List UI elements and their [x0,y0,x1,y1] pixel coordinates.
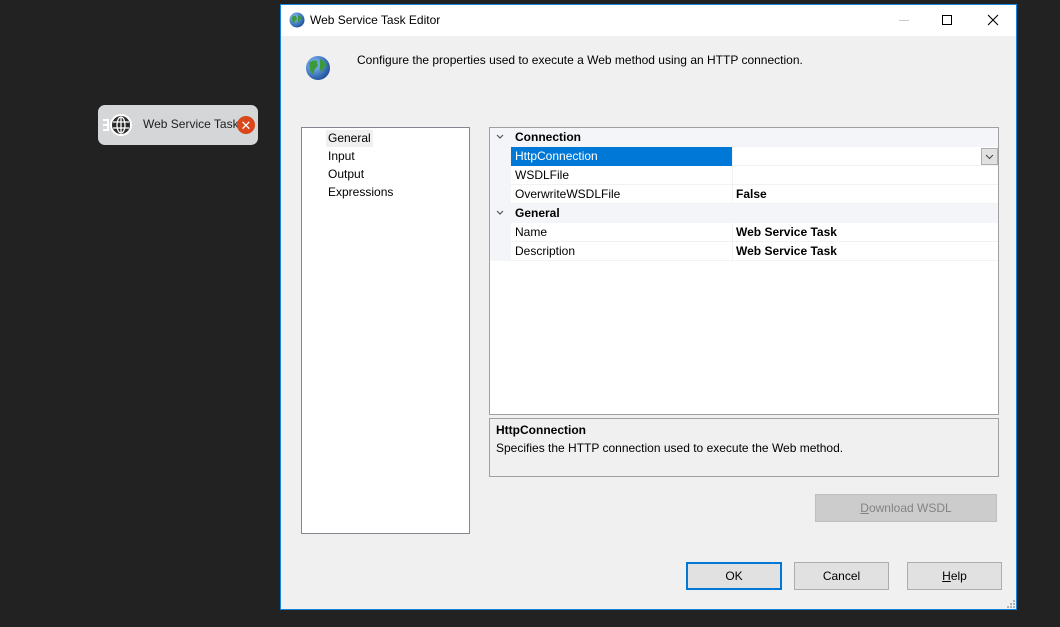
web-service-globe-icon [103,114,132,136]
nav-item-general[interactable]: General [326,130,373,147]
property-row-name[interactable]: Name Web Service Task [490,223,998,242]
dialog-title: Web Service Task Editor [310,13,441,27]
category-connection[interactable]: Connection [490,128,998,147]
chevron-down-icon [985,154,994,159]
task-node-label: Web Service Task [143,117,239,131]
minimize-icon [899,19,909,21]
header-description: Configure the properties used to execute… [357,53,803,67]
category-general[interactable]: General [490,204,998,223]
nav-item-expressions[interactable]: Expressions [326,184,395,201]
error-x-icon: ✕ [237,116,255,134]
description-title: HttpConnection [496,423,586,437]
nav-item-output[interactable]: Output [326,166,366,183]
nav-item-input[interactable]: Input [326,148,357,165]
property-row-overwritewsdlfile[interactable]: OverwriteWSDLFile False [490,185,998,204]
httpconnection-dropdown-button[interactable] [981,148,998,165]
close-button[interactable] [970,5,1016,35]
web-service-task-editor-dialog: Web Service Task Editor Configure the pr… [280,4,1017,610]
chevron-down-icon[interactable] [494,207,506,219]
property-value[interactable]: Web Service Task [736,223,837,242]
title-bar[interactable]: Web Service Task Editor [281,5,1016,36]
property-value[interactable]: Web Service Task [736,242,837,261]
property-row-wsdlfile[interactable]: WSDLFile [490,166,998,185]
minimize-button[interactable] [881,5,927,35]
property-description-panel: HttpConnection Specifies the HTTP connec… [489,418,999,477]
description-text: Specifies the HTTP connection used to ex… [496,441,844,455]
close-icon [987,14,999,26]
property-name[interactable]: OverwriteWSDLFile [511,185,732,204]
help-button[interactable]: Help [907,562,1002,590]
resize-grip-icon[interactable] [1005,598,1015,608]
property-grid: Connection HttpConnection WSDLFile Overw… [489,127,999,415]
property-row-description[interactable]: Description Web Service Task [490,242,998,261]
category-label: General [515,206,560,220]
property-name[interactable]: Name [511,223,732,242]
page-navigation-list: General Input Output Expressions [301,127,470,534]
download-wsdl-button[interactable]: Download WSDL [815,494,997,522]
maximize-button[interactable] [924,5,970,35]
cancel-button[interactable]: Cancel [794,562,889,590]
chevron-down-icon[interactable] [494,131,506,143]
category-label: Connection [515,130,581,144]
property-value[interactable]: False [736,185,767,204]
globe-icon [306,56,330,80]
property-name[interactable]: HttpConnection [511,147,732,166]
property-row-httpconnection[interactable]: HttpConnection [490,147,998,166]
globe-icon [289,12,305,28]
maximize-icon [942,15,952,25]
property-name[interactable]: Description [511,242,732,261]
ok-button[interactable]: OK [686,562,782,590]
web-service-task-node[interactable]: Web Service Task ✕ [98,105,258,145]
property-name[interactable]: WSDLFile [511,166,732,185]
